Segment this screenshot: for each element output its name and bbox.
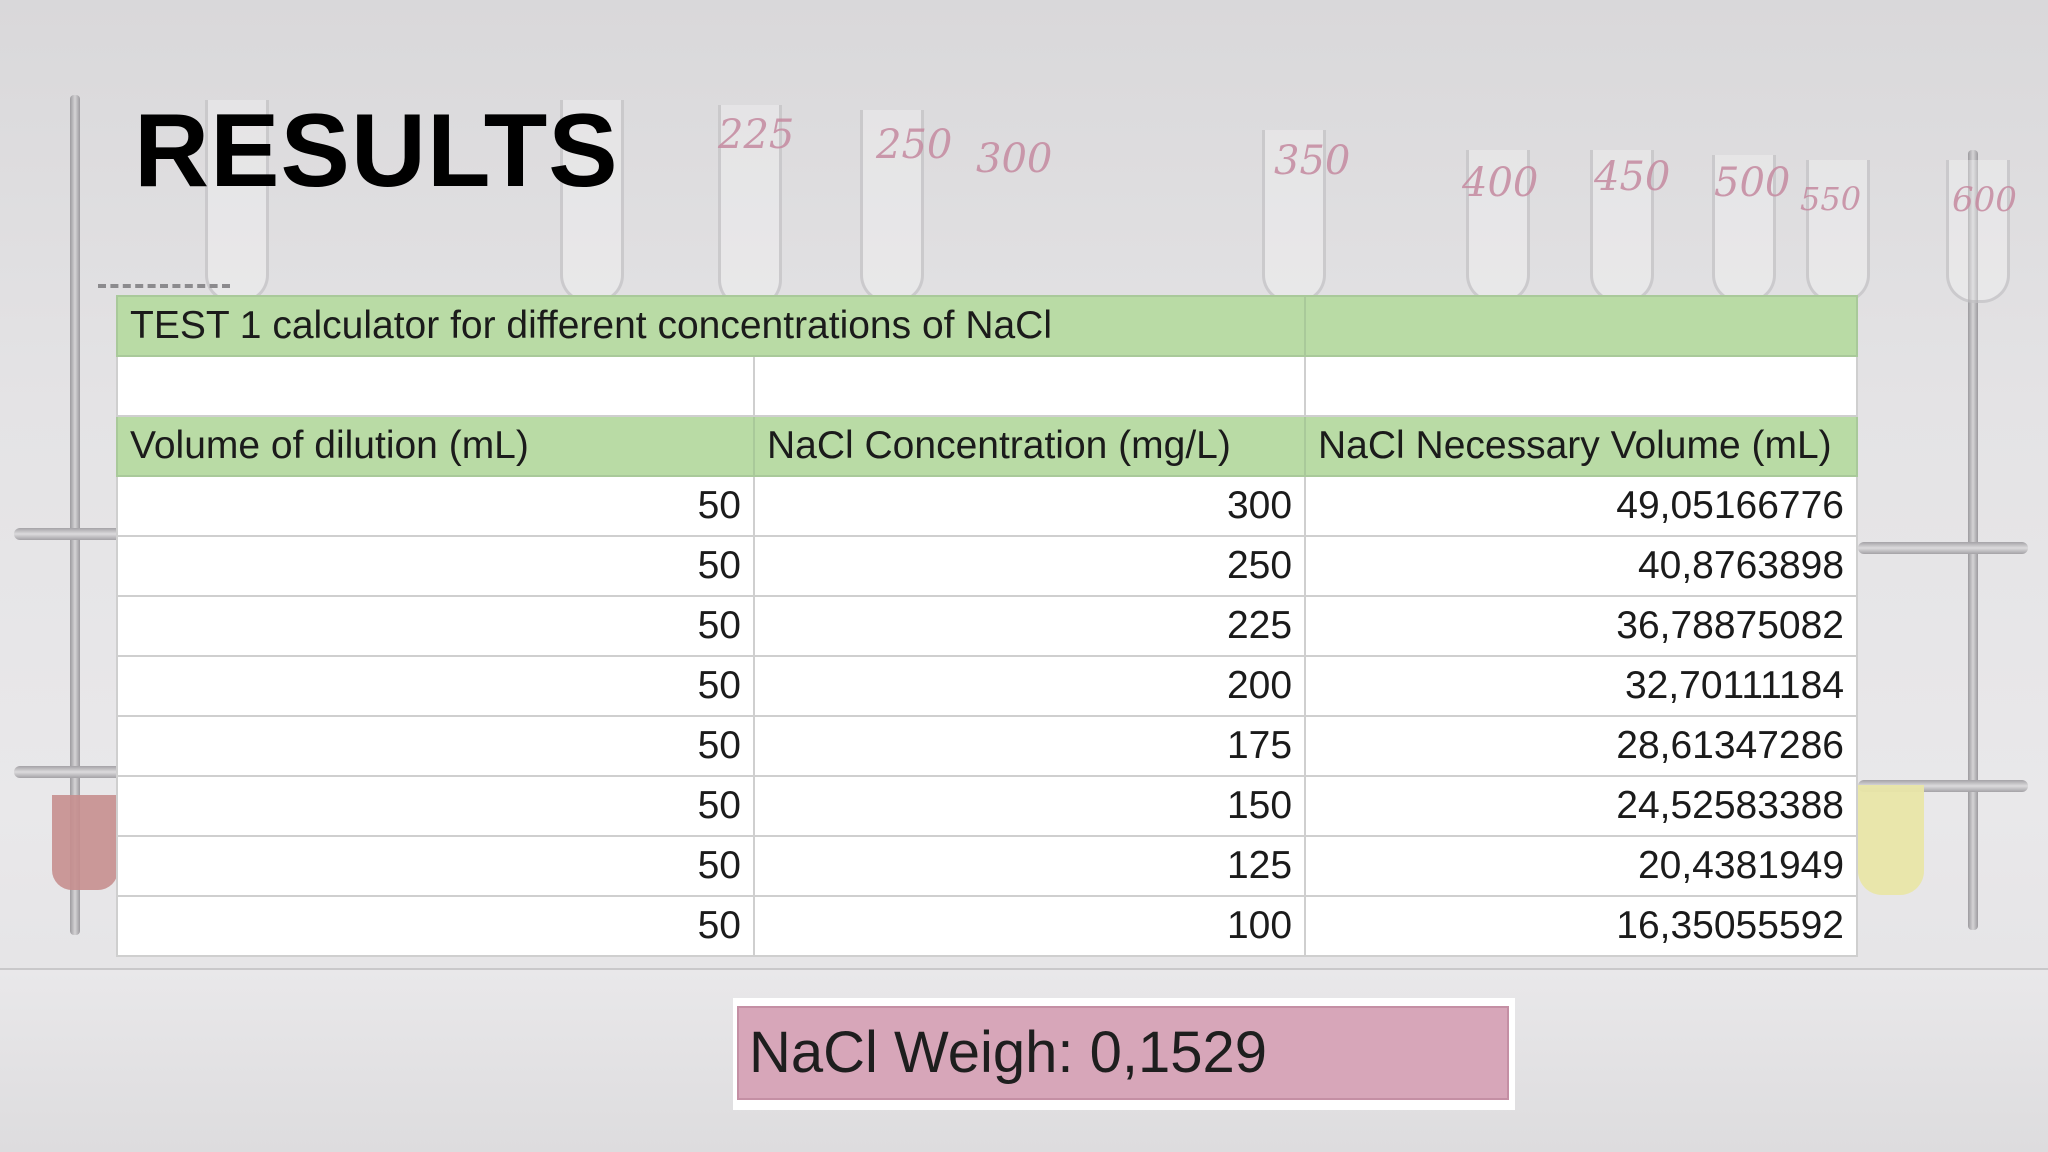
dashed-mark [98,284,230,288]
table-row: 50 175 28,61347286 [116,715,1859,777]
table-title: TEST 1 calculator for different concentr… [115,295,1307,357]
page-title: RESULTS [134,93,619,209]
cell-necessary-volume: 32,70111184 [1304,655,1859,717]
cell-volume: 50 [116,715,755,777]
table-row: 50 300 49,05166776 [116,475,1859,537]
stand-arm-left-upper [14,528,124,540]
cell-necessary-volume: 36,78875082 [1304,595,1859,657]
cell-volume: 50 [116,655,755,717]
tube-label: 350 [1274,138,1351,184]
tube-label: 450 [1594,154,1671,200]
cell-necessary-volume: 24,52583388 [1304,775,1859,837]
yellow-solution [1858,785,1924,895]
cell-concentration: 300 [752,475,1307,537]
table-row: 50 125 20,4381949 [116,835,1859,897]
tube-label: 250 [876,122,953,168]
column-header-volume: Volume of dilution (mL) [116,415,755,477]
table-title-row: TEST 1 calculator for different concentr… [115,295,1859,357]
table-row: 50 100 16,35055592 [116,895,1859,957]
cell-volume: 50 [116,535,755,597]
column-header-necessary-volume: NaCl Necessary Volume (mL) [1304,415,1859,477]
cell-volume: 50 [116,895,755,957]
nacl-weigh-box: NaCl Weigh: 0,1529 [737,1006,1509,1100]
cell-concentration: 225 [752,595,1307,657]
results-table: TEST 1 calculator for different concentr… [115,295,1859,957]
table-row: 50 200 32,70111184 [116,655,1859,717]
tube-label: 600 [1952,180,2017,220]
tube-label: 500 [1714,160,1791,206]
table-row: 50 225 36,78875082 [116,595,1859,657]
cell-concentration: 175 [752,715,1307,777]
cell-necessary-volume: 40,8763898 [1304,535,1859,597]
cell-volume: 50 [116,475,755,537]
cell-volume: 50 [116,595,755,657]
cell-volume: 50 [116,835,755,897]
cell-concentration: 100 [752,895,1307,957]
blank-cell [752,355,1307,417]
stand-arm-right-upper [1858,542,2028,554]
cell-necessary-volume: 20,4381949 [1304,835,1859,897]
stand-arm-left-lower [14,766,124,778]
cell-concentration: 150 [752,775,1307,837]
blank-cell [1304,355,1859,417]
table-title-empty-cell [1304,295,1859,357]
column-header-concentration: NaCl Concentration (mg/L) [752,415,1307,477]
red-solution [52,795,118,890]
cell-volume: 50 [116,775,755,837]
cell-necessary-volume: 49,05166776 [1304,475,1859,537]
tube-label: 550 [1800,180,1862,218]
tube-label: 225 [718,112,795,158]
table-row: 50 150 24,52583388 [116,775,1859,837]
cell-necessary-volume: 28,61347286 [1304,715,1859,777]
cell-necessary-volume: 16,35055592 [1304,895,1859,957]
cell-concentration: 200 [752,655,1307,717]
cell-concentration: 125 [752,835,1307,897]
table-blank-row [116,355,1859,417]
blank-cell [116,355,755,417]
weigh-box-frame: NaCl Weigh: 0,1529 [733,998,1515,1110]
tube-label: 400 [1462,160,1539,206]
tube-label: 300 [976,136,1053,182]
table-row: 50 250 40,8763898 [116,535,1859,597]
table-header-row: Volume of dilution (mL) NaCl Concentrati… [116,415,1859,477]
cell-concentration: 250 [752,535,1307,597]
